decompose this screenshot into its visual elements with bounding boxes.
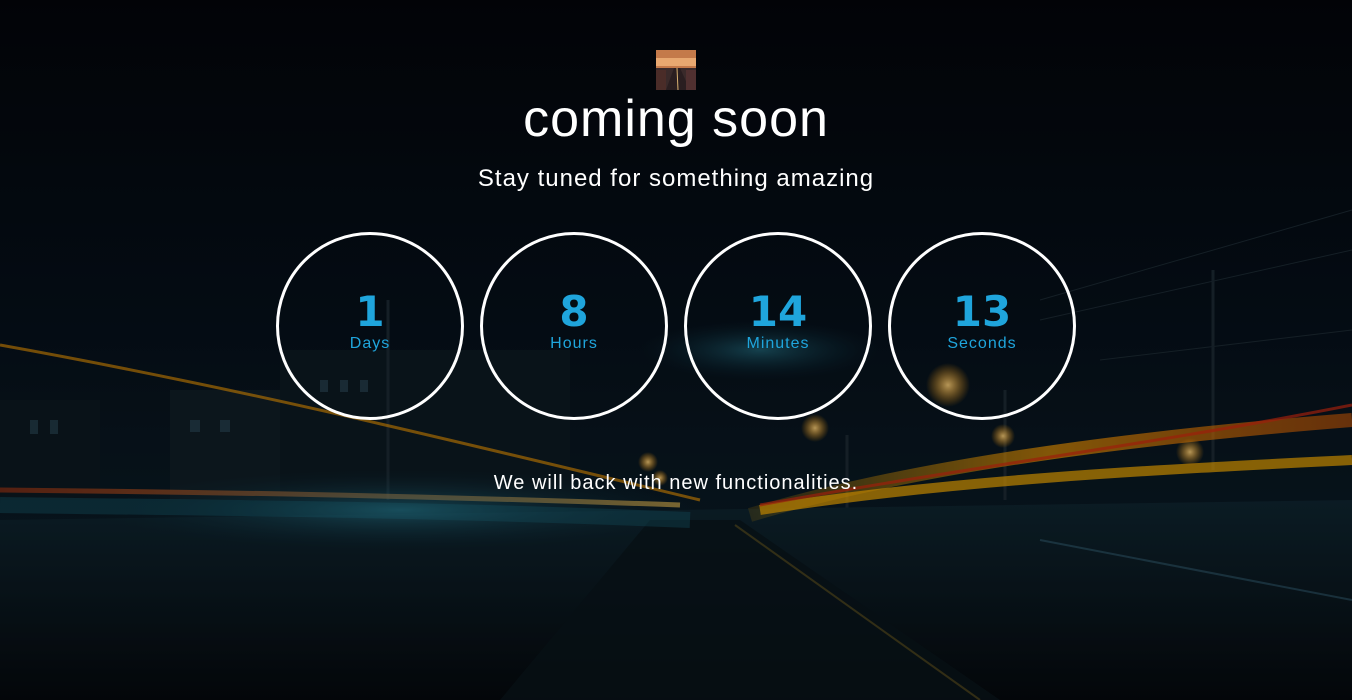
page-subtitle: Stay tuned for something amazing: [477, 165, 875, 192]
footer-message: We will back with new functionalities.: [493, 472, 859, 494]
countdown-value: 1: [355, 287, 385, 336]
road-thumbnail-icon: [656, 50, 696, 90]
countdown-label: Days: [349, 335, 391, 352]
page-title: coming soon: [523, 90, 829, 148]
countdown-timer: 1 Days 8 Hours 14 Minutes 13 Seconds: [276, 232, 1076, 420]
countdown-value: 14: [748, 287, 808, 336]
countdown-label: Seconds: [947, 335, 1017, 352]
countdown-label: Hours: [550, 335, 598, 352]
countdown-seconds: 13 Seconds: [888, 232, 1076, 420]
countdown-label: Minutes: [746, 335, 810, 352]
countdown-value: 13: [952, 287, 1012, 336]
countdown-value: 8: [559, 287, 589, 336]
coming-soon-page: coming soon Stay tuned for something ama…: [0, 0, 1352, 700]
countdown-minutes: 14 Minutes: [684, 232, 872, 420]
countdown-days: 1 Days: [276, 232, 464, 420]
countdown-hours: 8 Hours: [480, 232, 668, 420]
